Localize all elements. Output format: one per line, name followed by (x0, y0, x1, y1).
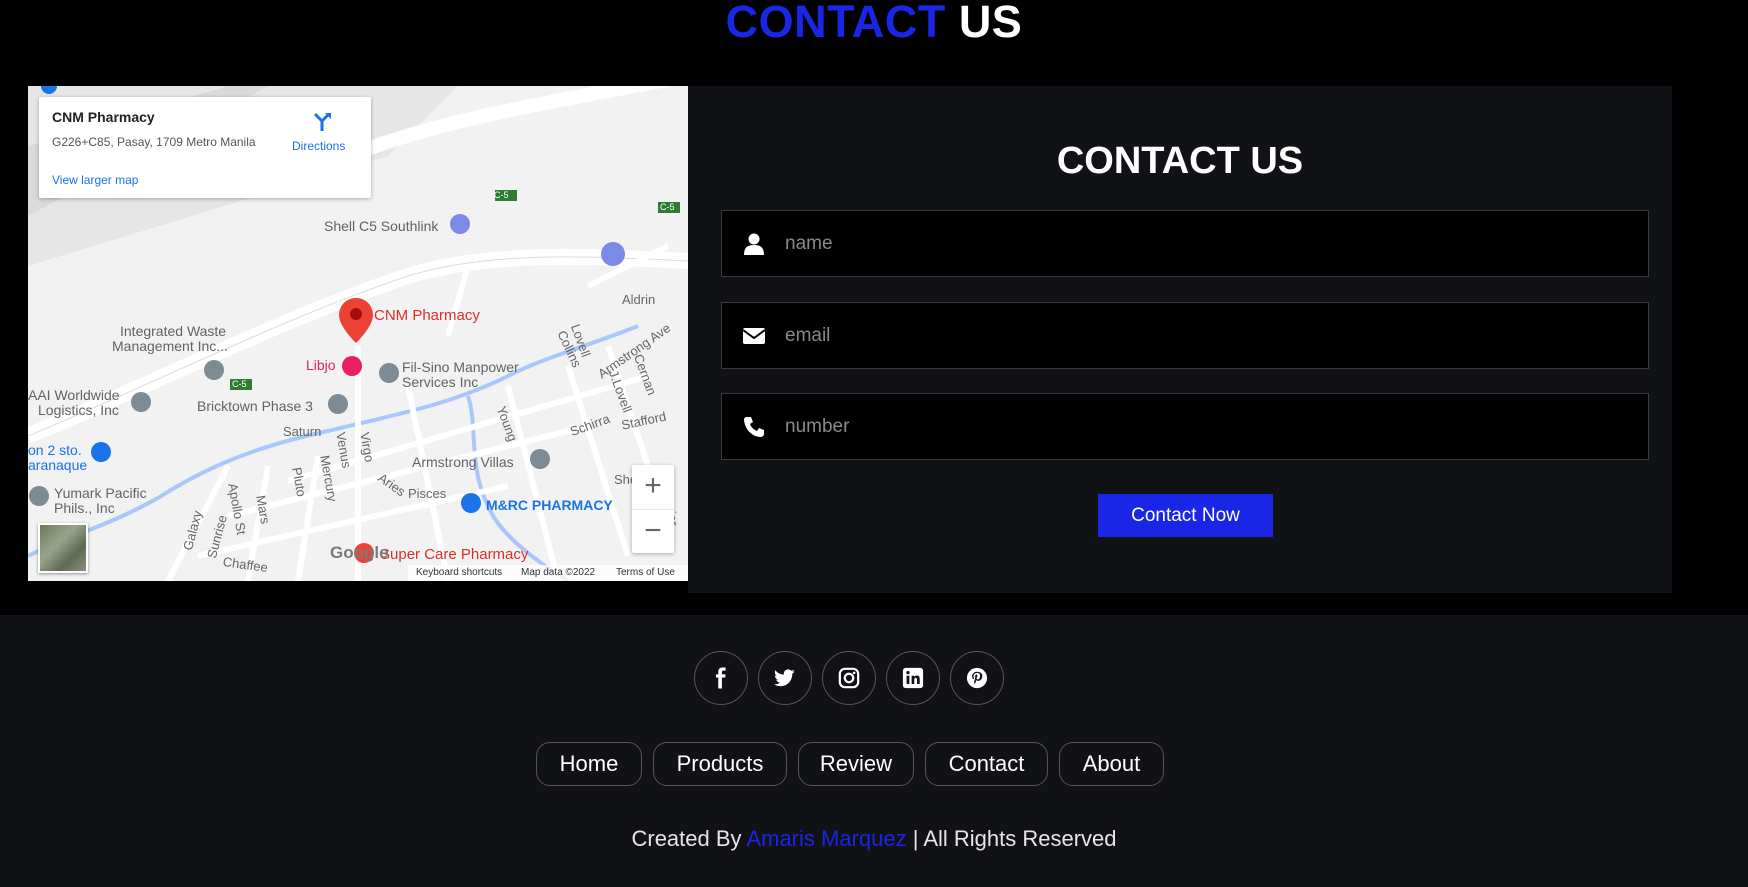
instagram-icon (838, 667, 860, 689)
place-address: G226+C85, Pasay, 1709 Metro Manila (52, 135, 256, 149)
road-shield-label: C-5 (494, 190, 509, 200)
map-label-supercare[interactable]: Super Care Pharmacy (380, 547, 528, 562)
map-label-aai[interactable]: AAI Worldwide (28, 388, 120, 403)
map-label-aai[interactable]: Logistics, Inc (38, 403, 119, 418)
facebook-icon (715, 667, 726, 689)
map-label-filsino[interactable]: Services Inc (402, 375, 478, 390)
nav-home[interactable]: Home (536, 742, 642, 786)
instagram-link[interactable] (822, 651, 876, 705)
map-label-mrc[interactable]: M&RC PHARMACY (486, 498, 613, 513)
credits-author-link[interactable]: Amaris Marquez (746, 826, 906, 851)
nav-review[interactable]: Review (798, 742, 914, 786)
map-label-yumark[interactable]: Phils., Inc (54, 501, 115, 516)
pinterest-link[interactable] (950, 651, 1004, 705)
credits: Created By Amaris Marquez | All Rights R… (0, 826, 1748, 852)
contact-form: CONTACT US name email number Contact Now (688, 86, 1672, 593)
map-label-filsino[interactable]: Fil-Sino Manpower (402, 360, 519, 375)
contact-now-button[interactable]: Contact Now (1098, 494, 1273, 537)
view-larger-map-link[interactable]: View larger map (52, 173, 138, 187)
twitter-icon (774, 669, 795, 687)
user-icon (744, 233, 764, 255)
pinterest-icon (966, 667, 988, 689)
street-label: Pisces (408, 486, 447, 501)
facebook-link[interactable] (694, 651, 748, 705)
zoom-in-button[interactable]: + (632, 465, 674, 509)
number-placeholder: number (785, 416, 850, 437)
email-placeholder: email (785, 325, 831, 346)
name-field[interactable]: name (721, 210, 1649, 277)
directions-link[interactable]: Directions (292, 139, 345, 153)
google-map[interactable]: C-5 C-5 C-5 Shell C5 Southlink CNM Pharm… (28, 86, 688, 581)
twitter-link[interactable] (758, 651, 812, 705)
road-shield-label: C-5 (232, 379, 247, 389)
terms-link[interactable]: Terms of Use (616, 567, 675, 578)
street-label: Saturn (283, 424, 322, 439)
linkedin-link[interactable] (886, 651, 940, 705)
site-footer: Home Products Review Contact About Creat… (0, 615, 1748, 887)
place-name: CNM Pharmacy (52, 109, 155, 125)
map-label-bricktown[interactable]: Bricktown Phase 3 (197, 399, 313, 414)
credits-suffix: | All Rights Reserved (906, 826, 1117, 851)
name-placeholder: name (785, 233, 833, 254)
phone-icon (744, 417, 764, 437)
page-title-accent: CONTACT (725, 0, 946, 47)
street-label: Aldrin (622, 292, 656, 307)
page-title: CONTACT US (0, 0, 1748, 50)
nav-products[interactable]: Products (653, 742, 787, 786)
directions-icon[interactable] (310, 109, 334, 133)
zoom-control: + − (632, 465, 674, 553)
keyboard-shortcuts-link[interactable]: Keyboard shortcuts (416, 567, 502, 578)
email-field[interactable]: email (721, 302, 1649, 369)
zoom-out-button[interactable]: − (632, 509, 674, 554)
road-shield-label: C-5 (660, 202, 675, 212)
map-label-on2sto[interactable]: on 2 sto. (28, 443, 82, 458)
map-label-iwm[interactable]: Integrated Waste (120, 324, 226, 339)
envelope-icon (742, 328, 766, 344)
satellite-toggle-button[interactable] (38, 523, 88, 573)
map-label-shell[interactable]: Shell C5 Southlink (324, 219, 438, 234)
map-label-iwm[interactable]: Management Inc... (112, 339, 228, 354)
nav-about[interactable]: About (1059, 742, 1164, 786)
map-label-libjo[interactable]: Libjo (306, 358, 336, 373)
map-label-cnm[interactable]: CNM Pharmacy (374, 308, 480, 323)
map-label-yumark[interactable]: Yumark Pacific (54, 486, 147, 501)
map-data-label: Map data ©2022 (521, 567, 596, 578)
footer-nav: Home Products Review Contact About (0, 742, 1748, 788)
page-title-rest: US (958, 0, 1023, 47)
credits-prefix: Created By (631, 826, 747, 851)
google-logo: Google (330, 543, 389, 562)
nav-contact[interactable]: Contact (925, 742, 1048, 786)
number-field[interactable]: number (721, 393, 1649, 460)
form-title: CONTACT US (1056, 140, 1304, 182)
map-label-armstrong-villas[interactable]: Armstrong Villas (412, 455, 514, 470)
map-label-on2sto[interactable]: aranaque (28, 458, 87, 473)
social-links (0, 651, 1748, 707)
linkedin-icon (902, 667, 924, 689)
map-footer: Keyboard shortcuts Map data ©2022 Terms … (408, 565, 688, 581)
map-info-card: CNM Pharmacy G226+C85, Pasay, 1709 Metro… (39, 97, 371, 198)
